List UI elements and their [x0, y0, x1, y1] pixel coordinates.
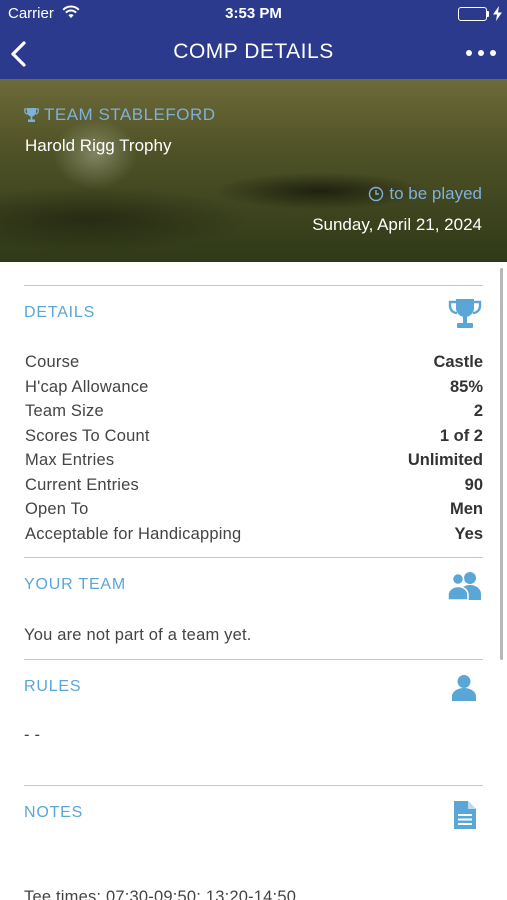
notes-text: Tee times: 07:30-09:50; 13:20-14:50	[24, 888, 297, 900]
detail-row-max-entries: Max Entries Unlimited	[24, 449, 483, 474]
details-title: DETAILS	[24, 304, 96, 321]
detail-row-course: Course Castle	[24, 351, 483, 376]
detail-row-handicap-allowance: H'cap Allowance 85%	[24, 376, 483, 401]
document-icon	[453, 800, 477, 835]
page-title: COMP DETAILS	[173, 40, 334, 63]
detail-row-current-entries: Current Entries 90	[24, 474, 483, 499]
competition-name: Harold Rigg Trophy	[25, 136, 172, 155]
your-team-message: You are not part of a team yet.	[24, 626, 252, 644]
rules-section: RULES - -	[24, 659, 483, 745]
charging-bolt-icon	[493, 6, 502, 26]
details-header: DETAILS	[24, 286, 483, 336]
more-options-icon[interactable]	[466, 48, 496, 58]
competition-status-label: to be played	[389, 184, 482, 203]
trophy-small-icon	[24, 108, 39, 122]
detail-label: Course	[25, 353, 80, 371]
scrollbar[interactable]	[500, 268, 503, 660]
competition-type-label: TEAM STABLEFORD	[44, 105, 216, 124]
your-team-section: YOUR TEAM You are not part of a team yet…	[24, 557, 483, 645]
detail-label: Open To	[25, 500, 89, 518]
detail-value: 2	[473, 402, 483, 420]
battery-tip	[487, 11, 489, 17]
team-icon	[447, 570, 483, 607]
detail-value: 85%	[449, 377, 483, 396]
detail-value: Castle	[433, 353, 483, 371]
trophy-icon	[447, 296, 483, 337]
competition-date: Sunday, April 21, 2024	[312, 215, 482, 234]
rules-text: - -	[24, 726, 41, 744]
detail-label: Team Size	[25, 402, 104, 420]
detail-value: 90	[464, 475, 483, 494]
detail-label: Scores To Count	[25, 426, 150, 445]
details-section: DETAILS Course Castle H'cap Allowance 85…	[24, 285, 483, 547]
your-team-header: YOUR TEAM	[24, 558, 483, 604]
notes-header: NOTES	[24, 786, 483, 832]
detail-label: H'cap Allowance	[25, 377, 149, 396]
detail-row-open-to: Open To Men	[24, 498, 483, 523]
detail-value: Unlimited	[407, 451, 483, 469]
competition-hero: TEAM STABLEFORD Harold Rigg Trophy to be…	[0, 79, 507, 262]
detail-value: 1 of 2	[439, 426, 483, 445]
competition-status: to be played	[368, 184, 482, 204]
clock-icon	[369, 186, 384, 202]
detail-row-scores-to-count: Scores To Count 1 of 2	[24, 425, 483, 450]
details-list: Course Castle H'cap Allowance 85% Team S…	[24, 351, 483, 547]
detail-row-team-size: Team Size 2	[24, 400, 483, 425]
status-bar: Carrier 3:53 PM	[0, 0, 507, 28]
detail-value: Men	[450, 500, 483, 518]
competition-type: TEAM STABLEFORD	[24, 105, 216, 125]
detail-label: Max Entries	[25, 451, 115, 469]
notes-section: NOTES Tee times: 07:30-09:50; 13:20-14:5…	[24, 785, 483, 900]
rules-header: RULES	[24, 660, 483, 706]
clock: 3:53 PM	[225, 5, 282, 22]
your-team-title: YOUR TEAM	[24, 576, 127, 593]
detail-label: Acceptable for Handicapping	[25, 524, 242, 543]
person-icon	[451, 674, 477, 707]
rules-title: RULES	[24, 678, 82, 695]
nav-bar: COMP DETAILS	[0, 28, 507, 79]
notes-title: NOTES	[24, 804, 84, 821]
detail-label: Current Entries	[25, 475, 139, 494]
detail-value: Yes	[454, 524, 483, 543]
battery-icon	[458, 7, 487, 21]
detail-row-acceptable-for-handicapping: Acceptable for Handicapping Yes	[24, 523, 483, 548]
